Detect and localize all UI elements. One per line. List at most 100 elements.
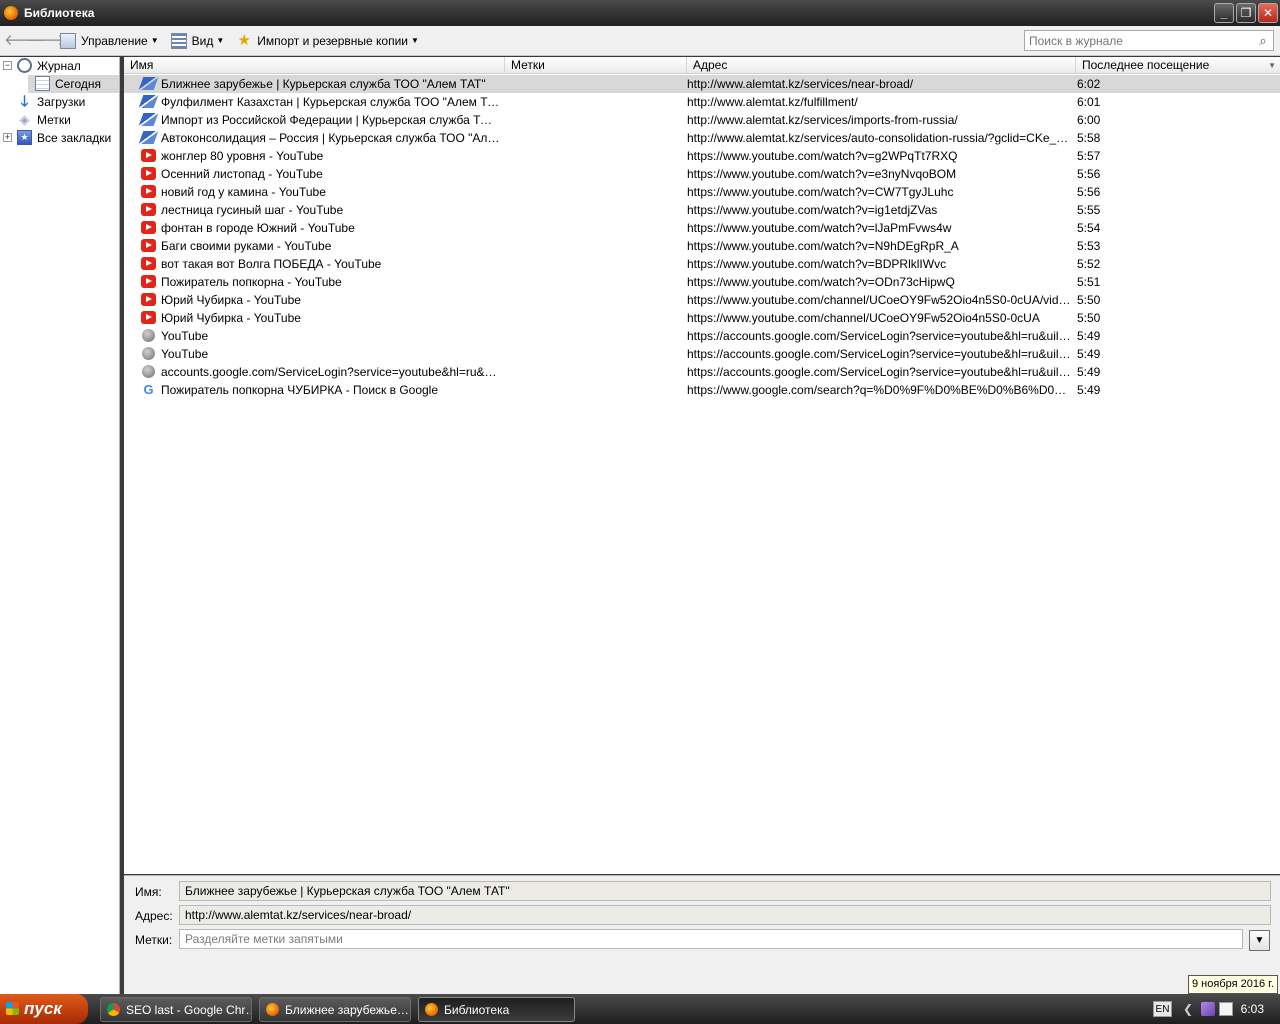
history-address-cell: https://www.youtube.com/watch?v=ODn73cHi… — [687, 275, 955, 289]
history-time-cell: 6:01 — [1077, 95, 1101, 109]
import-backup-menu-button[interactable]: ★ Импорт и резервные копии ▼ — [236, 30, 419, 52]
view-menu-button[interactable]: Вид ▼ — [170, 30, 224, 52]
sidebar-item-history[interactable]: − Журнал — [0, 57, 119, 75]
history-search-input[interactable] — [1025, 31, 1253, 50]
sidebar-item-today[interactable]: Сегодня — [28, 75, 119, 93]
history-row[interactable]: YouTube https://accounts.google.com/Servi… — [124, 345, 1280, 363]
alem-favicon-icon — [138, 131, 159, 144]
minimize-button[interactable]: _ — [1214, 3, 1234, 23]
history-row[interactable]: YouTube https://accounts.google.com/Servi… — [124, 327, 1280, 345]
history-time-cell: 5:58 — [1077, 131, 1101, 145]
column-header-name[interactable]: Имя — [124, 57, 505, 74]
details-pane: Имя: Ближнее зарубежье | Курьерская служ… — [124, 875, 1280, 994]
history-row[interactable]: Пожиратель попкорна - YouTube https://www… — [124, 273, 1280, 291]
sidebar-item-label: Загрузки — [37, 95, 86, 109]
bookmarks-icon: ★ — [17, 130, 32, 145]
history-address-cell: https://www.youtube.com/watch?v=CW7TgyJL… — [687, 185, 954, 199]
history-time-cell: 5:57 — [1077, 149, 1101, 163]
document-tray-icon[interactable] — [1219, 1002, 1233, 1016]
taskbar: пуск SEO last - Google Chr… Ближнее зару… — [0, 994, 1280, 1024]
sidebar-item-label: Сегодня — [55, 77, 101, 91]
history-address-cell: https://www.youtube.com/watch?v=BDPRlklI… — [687, 257, 947, 271]
history-row[interactable]: accounts.google.com/ServiceLogin?service… — [124, 363, 1280, 381]
history-row[interactable]: Фулфилмент Казахстан | Курьерская служба… — [124, 93, 1280, 111]
sidebar-item-downloads[interactable]: 🡓 Загрузки — [0, 93, 119, 111]
history-row[interactable]: Баги своими руками - YouTube https://www.… — [124, 237, 1280, 255]
firefox-icon — [4, 6, 18, 20]
language-indicator[interactable]: EN — [1153, 1001, 1172, 1017]
firefox-icon — [425, 1003, 438, 1016]
history-row[interactable]: жонглер 80 уровня - YouTube https://www.y… — [124, 147, 1280, 165]
tag-icon: ◈ — [19, 112, 30, 127]
history-name-cell: accounts.google.com/ServiceLogin?service… — [161, 365, 501, 379]
collapse-toggle-icon[interactable]: − — [3, 61, 12, 70]
history-address-cell: http://www.alemtat.kz/services/imports-f… — [687, 113, 958, 127]
library-sidebar: − Журнал Сегодня 🡓 Загрузки ◈ Метки + ★ … — [0, 57, 120, 994]
history-row[interactable]: Юрий Чубирка - YouTube https://www.youtub… — [124, 291, 1280, 309]
history-row[interactable]: Осенний листопад - YouTube https://www.yo… — [124, 165, 1280, 183]
history-row[interactable]: Импорт из Российской Федерации | Курьерс… — [124, 111, 1280, 129]
history-address-cell: https://www.youtube.com/watch?v=ig1etdjZ… — [687, 203, 938, 217]
close-button[interactable]: ✕ — [1258, 3, 1278, 23]
tags-dropdown-button[interactable]: ▼ — [1249, 930, 1270, 951]
history-time-cell: 5:53 — [1077, 239, 1101, 253]
name-field[interactable]: Ближнее зарубежье | Курьерская служба ТО… — [179, 881, 1271, 901]
history-address-cell: https://www.youtube.com/watch?v=e3nyNvqo… — [687, 167, 957, 181]
sidebar-item-label: Метки — [37, 113, 71, 127]
sort-caret-icon[interactable]: ▼ — [1268, 61, 1276, 70]
taskbar-task-chrome[interactable]: SEO last - Google Chr… — [100, 997, 252, 1022]
history-time-cell: 5:51 — [1077, 275, 1101, 289]
firefox-icon — [266, 1003, 279, 1016]
alem-favicon-icon — [138, 113, 159, 126]
address-field[interactable]: http://www.alemtat.kz/services/near-broa… — [179, 905, 1271, 925]
taskbar-task-firefox-page[interactable]: Ближнее зарубежье… — [259, 997, 411, 1022]
history-address-cell: https://www.youtube.com/channel/UCoeOY9F… — [687, 293, 1072, 307]
history-name-cell: Импорт из Российской Федерации | Курьерс… — [161, 113, 501, 127]
tray-arrow-icon[interactable]: ❮ — [1183, 1002, 1197, 1016]
manage-menu-button[interactable]: Управление ▼ — [60, 30, 159, 52]
column-header-address[interactable]: Адрес — [687, 57, 1076, 74]
history-name-cell: Фулфилмент Казахстан | Курьерская служба… — [161, 95, 501, 109]
pen-tray-icon[interactable] — [1201, 1002, 1215, 1016]
history-row[interactable]: G Пожиратель попкорна ЧУБИРКА - Поиск в G… — [124, 381, 1280, 399]
clock-icon — [17, 58, 32, 73]
history-name-cell: новий год у камина - YouTube — [161, 185, 326, 199]
taskbar-clock[interactable]: 6:03 — [1241, 1002, 1264, 1016]
forward-arrow-icon[interactable]: 🡒 — [26, 31, 66, 51]
tags-field[interactable]: Разделяйте метки запятыми — [179, 929, 1243, 949]
column-header-tags[interactable]: Метки — [505, 57, 687, 74]
history-name-cell: YouTube — [161, 347, 209, 361]
history-row[interactable]: фонтан в городе Южний - YouTube https://w… — [124, 219, 1280, 237]
taskbar-task-library[interactable]: Библиотека — [418, 997, 575, 1022]
history-row[interactable]: новий год у камина - YouTube https://www.… — [124, 183, 1280, 201]
history-address-cell: https://www.google.com/search?q=%D0%9F%D… — [687, 383, 1072, 397]
sidebar-item-all-bookmarks[interactable]: + ★ Все закладки — [0, 129, 119, 147]
back-arrow-icon[interactable]: 🡐 — [4, 31, 44, 51]
history-time-cell: 5:49 — [1077, 347, 1101, 361]
search-icon[interactable]: ⌕ — [1253, 33, 1273, 49]
task-label: Ближнее зарубежье… — [285, 1002, 409, 1017]
history-name-cell: Юрий Чубирка - YouTube — [161, 311, 301, 325]
column-header-row: Имя Метки Адрес Последнее посещение ▼ — [124, 57, 1280, 74]
history-name-cell: лестница гусиный шаг - YouTube — [161, 203, 344, 217]
history-row[interactable]: Автоконсолидация – Россия | Курьерская с… — [124, 129, 1280, 147]
globe-favicon-icon — [142, 347, 155, 360]
start-button[interactable]: пуск — [0, 994, 88, 1024]
history-row[interactable]: вот такая вот Волга ПОБЕДА - YouTube http… — [124, 255, 1280, 273]
history-address-cell: https://accounts.google.com/ServiceLogin… — [687, 347, 1072, 361]
history-address-cell: http://www.alemtat.kz/services/near-broa… — [687, 77, 914, 91]
history-row[interactable]: лестница гусиный шаг - YouTube https://ww… — [124, 201, 1280, 219]
sidebar-item-tags[interactable]: ◈ Метки — [0, 111, 119, 129]
history-row[interactable]: Ближнее зарубежье | Курьерская служба ТО… — [124, 75, 1280, 93]
import-star-icon: ★ — [237, 31, 251, 49]
history-time-cell: 5:52 — [1077, 257, 1101, 271]
tags-label: Метки: — [135, 933, 173, 947]
youtube-favicon-icon — [141, 257, 156, 270]
column-header-last-visit[interactable]: Последнее посещение — [1076, 57, 1280, 74]
history-address-cell: https://www.youtube.com/watch?v=N9hDEgRp… — [687, 239, 959, 253]
expand-toggle-icon[interactable]: + — [3, 133, 12, 142]
history-name-cell: Пожиратель попкорна ЧУБИРКА - Поиск в Go… — [161, 383, 439, 397]
maximize-button[interactable]: ❐ — [1236, 3, 1256, 23]
history-address-cell: https://accounts.google.com/ServiceLogin… — [687, 329, 1072, 343]
history-row[interactable]: Юрий Чубирка - YouTube https://www.youtub… — [124, 309, 1280, 327]
